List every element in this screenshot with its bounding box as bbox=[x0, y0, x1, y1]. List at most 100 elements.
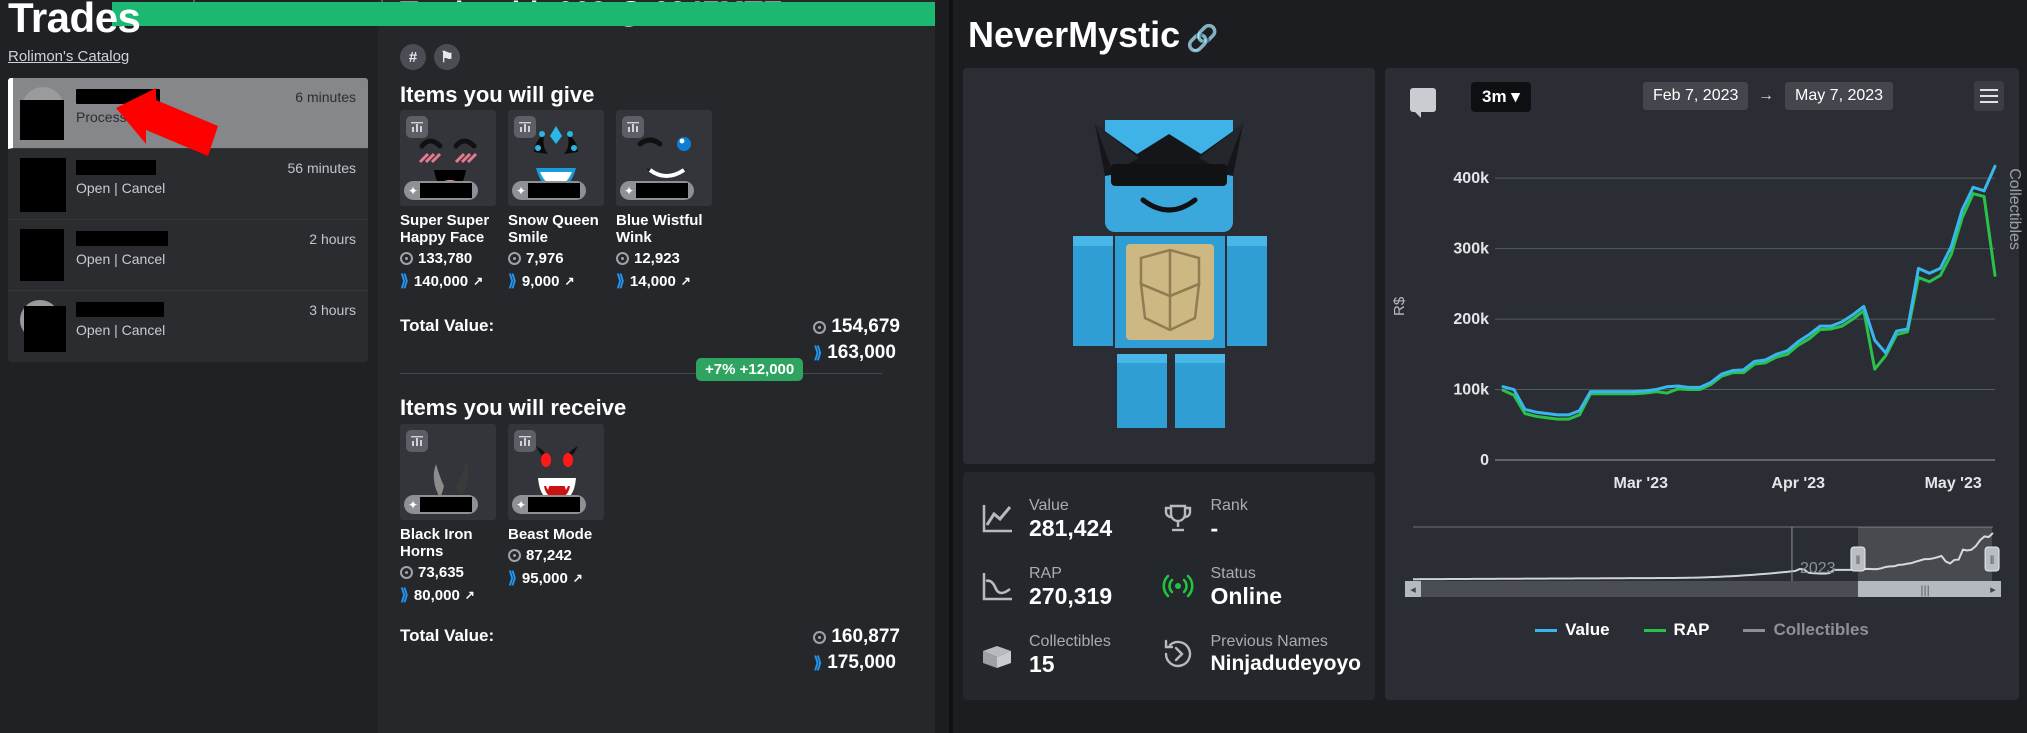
hash-icon[interactable]: # bbox=[400, 44, 426, 70]
trade-status: Processing bbox=[76, 109, 146, 125]
chart-legend: Value RAP Collectibles bbox=[1385, 620, 2019, 640]
stat-rank: Rank - bbox=[1158, 484, 1361, 552]
trade-username-redacted bbox=[76, 160, 156, 175]
item-thumbnail[interactable]: ✦ bbox=[400, 424, 496, 520]
value-icon bbox=[400, 252, 413, 265]
chart-plot-area[interactable]: R$ Collectibles 0 100k 200k 300k 400k Mar '23… bbox=[1385, 130, 2023, 508]
stat-collectibles: Collectibles 15 bbox=[977, 620, 1158, 688]
trade-timestamp: 2 hours bbox=[309, 231, 356, 247]
trade-list-item[interactable]: Processing 6 minutes bbox=[8, 78, 368, 149]
trade-item[interactable]: ✦ Black Iron Horns 73,635 ⟫ 80,000 ↗ bbox=[400, 424, 496, 605]
robux-icon: ⟫ bbox=[508, 570, 517, 587]
trade-timestamp: 56 minutes bbox=[287, 160, 356, 176]
value-chart-card: 3m ▾ Feb 7, 2023 → May 7, 2023 R$ Collec… bbox=[1385, 68, 2023, 700]
svg-text:100k: 100k bbox=[1453, 382, 1489, 399]
y2-axis-label: Collectibles bbox=[2006, 168, 2023, 250]
flag-icon[interactable]: ⚑ bbox=[434, 44, 460, 70]
robux-icon: ⟫ bbox=[400, 273, 409, 290]
trade-detail-panel: Trade with 663 @ 6347MTE # ⚑ Items you w… bbox=[193, 0, 935, 733]
rolimons-catalog-link[interactable]: Rolimon's Catalog bbox=[8, 48, 129, 65]
external-link-icon[interactable]: ↗ bbox=[564, 274, 574, 288]
give-total-value: 154,679 bbox=[813, 316, 900, 338]
item-value: 7,976 bbox=[508, 250, 604, 267]
legend-item-value[interactable]: Value bbox=[1535, 620, 1610, 640]
item-rap: ⟫ 14,000 ↗ bbox=[616, 272, 691, 291]
profile-username: NeverMystic bbox=[968, 14, 1181, 55]
trade-list-item[interactable]: Open | Cancel 3 hours bbox=[8, 291, 368, 362]
robux-icon: ⟫ bbox=[400, 587, 409, 604]
stat-rap: RAP 270,319 bbox=[977, 552, 1158, 620]
item-name: Beast Mode bbox=[508, 526, 593, 543]
robux-icon: ⟫ bbox=[813, 655, 823, 672]
total-value-label: Total Value: bbox=[400, 316, 495, 335]
trade-username-redacted bbox=[76, 231, 168, 246]
item-thumbnail[interactable]: ✦ bbox=[616, 110, 712, 206]
box-icon bbox=[977, 634, 1017, 674]
svg-text:Apr '23: Apr '23 bbox=[1771, 475, 1825, 492]
broadcast-icon bbox=[1158, 566, 1198, 606]
external-link-icon[interactable]: ↗ bbox=[573, 571, 583, 585]
stat-status: Status Online bbox=[1158, 552, 1361, 620]
value-icon bbox=[400, 566, 413, 579]
item-serial-pill: ✦ bbox=[620, 181, 694, 200]
trade-item[interactable]: ✦ Snow Queen Smile 7,976 ⟫ 9,000 ↗ bbox=[508, 110, 604, 291]
svg-text:▸: ▸ bbox=[1990, 584, 1996, 596]
link-icon[interactable]: 🔗 bbox=[1186, 23, 1218, 53]
app-root: Successfully declined trade. Trades Roli… bbox=[0, 0, 2027, 733]
value-icon bbox=[508, 252, 521, 265]
hamburger-icon[interactable] bbox=[1974, 81, 2004, 111]
trade-actions[interactable]: Open | Cancel bbox=[76, 322, 356, 338]
chart-svg: 0 100k 200k 300k 400k Mar '23 Apr '23 May '23 bbox=[1453, 164, 1997, 492]
trade-chip-row: # ⚑ bbox=[400, 44, 460, 70]
item-thumbnail[interactable]: ✦ bbox=[508, 110, 604, 206]
item-name: Snow Queen Smile bbox=[508, 212, 599, 246]
legend-item-rap[interactable]: RAP bbox=[1643, 620, 1709, 640]
trade-item[interactable]: ✦ Beast Mode 87,242 ⟫ 95,000 ↗ bbox=[508, 424, 604, 605]
robux-icon: ⟫ bbox=[508, 273, 517, 290]
item-rap: ⟫ 80,000 ↗ bbox=[400, 586, 475, 605]
trade-list: Processing 6 minutes Open | Cancel 56 mi… bbox=[8, 78, 368, 362]
trade-list-item[interactable]: Open | Cancel 2 hours bbox=[8, 220, 368, 291]
chart-navigator[interactable]: 2023 ‖ ‖ ||| ◂ ▸ bbox=[1405, 523, 2001, 603]
success-banner bbox=[112, 2, 935, 26]
avatar bbox=[20, 229, 66, 283]
item-name: Super Super Happy Face bbox=[400, 212, 490, 246]
date-range-arrow: → bbox=[1758, 87, 1774, 104]
receive-total-rap: ⟫ 175,000 bbox=[813, 652, 896, 673]
range-selector[interactable]: 3m ▾ bbox=[1471, 82, 1531, 112]
trades-panel: Successfully declined trade. Trades Roli… bbox=[0, 0, 935, 733]
navigator-svg[interactable]: 2023 ‖ ‖ ||| ◂ ▸ bbox=[1405, 523, 2001, 603]
external-link-icon[interactable]: ↗ bbox=[473, 274, 483, 288]
receive-items-strip: ✦ Black Iron Horns 73,635 ⟫ 80,000 ↗ ✦ B… bbox=[400, 424, 604, 605]
item-serial-pill: ✦ bbox=[512, 495, 586, 514]
svg-text:Mar '23: Mar '23 bbox=[1614, 475, 1669, 492]
legend-item-collectibles[interactable]: Collectibles bbox=[1743, 620, 1869, 640]
svg-text:2023: 2023 bbox=[1800, 560, 1836, 577]
date-to-input[interactable]: May 7, 2023 bbox=[1785, 82, 1894, 110]
trade-list-item[interactable]: Open | Cancel 56 minutes bbox=[8, 149, 368, 220]
trade-actions[interactable]: Open | Cancel bbox=[76, 180, 356, 196]
value-icon bbox=[813, 630, 827, 644]
svg-text:300k: 300k bbox=[1453, 241, 1489, 258]
trade-item[interactable]: ✦ Super Super Happy Face 133,780 ⟫ 140,0… bbox=[400, 110, 496, 291]
line-chart-icon bbox=[977, 498, 1017, 538]
trade-item[interactable]: ✦ Blue Wistful Wink 12,923 ⟫ 14,000 ↗ bbox=[616, 110, 712, 291]
avatar bbox=[1073, 120, 1267, 428]
item-value: 87,242 bbox=[508, 547, 604, 564]
date-from-input[interactable]: Feb 7, 2023 bbox=[1643, 82, 1749, 110]
trophy-icon bbox=[1158, 498, 1198, 538]
trade-actions[interactable]: Open | Cancel bbox=[76, 251, 356, 267]
trade-username-redacted bbox=[76, 302, 164, 317]
receive-total-row: Total Value: 160,877 ⟫ 175,000 bbox=[400, 626, 900, 674]
item-value: 73,635 bbox=[400, 564, 496, 581]
item-thumbnail[interactable]: ✦ bbox=[508, 424, 604, 520]
item-serial-pill: ✦ bbox=[404, 181, 478, 200]
external-link-icon[interactable]: ↗ bbox=[681, 274, 691, 288]
external-link-icon[interactable]: ↗ bbox=[465, 588, 475, 602]
item-thumbnail[interactable]: ✦ bbox=[400, 110, 496, 206]
trade-username-redacted bbox=[76, 89, 160, 104]
item-rap: ⟫ 140,000 ↗ bbox=[400, 272, 484, 291]
rap-chart-icon bbox=[977, 566, 1017, 606]
annotation-icon[interactable] bbox=[1410, 88, 1436, 118]
history-icon bbox=[1158, 634, 1198, 674]
